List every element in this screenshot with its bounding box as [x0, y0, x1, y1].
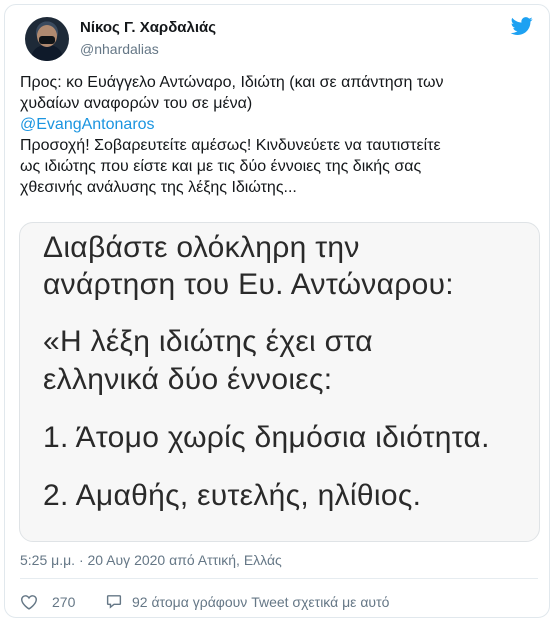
tweet-line: χθεσινής ανάλυσης της λέξης Ιδιώτης...: [20, 179, 297, 196]
avatar[interactable]: [25, 17, 69, 61]
tweet-line: χυδαίων αναφορών του σε μένα): [20, 95, 253, 112]
image-text-line: «Η λέξη ιδιώτης έχει στα: [43, 325, 373, 358]
author-handle[interactable]: @nhardalias: [80, 41, 159, 57]
tweet-text: Προς: κο Ευάγγελο Αντώναρο, Ιδιώτη (και …: [20, 72, 540, 198]
divider: [20, 578, 538, 579]
twitter-bird-icon[interactable]: [509, 15, 535, 37]
tweet-line: ως ιδιώτης που είστε και με τις δύο έννο…: [20, 158, 422, 175]
image-text-line: 1. Άτομο χωρίς δημόσια ιδιότητα.: [43, 421, 490, 454]
image-text-line: Διαβάστε ολόκληρη την: [43, 231, 360, 264]
mention-link[interactable]: @EvangAntonaros: [20, 114, 540, 135]
tweet-timestamp[interactable]: 5:25 μ.μ. · 20 Αυγ 2020 από Αττική, Ελλά…: [20, 552, 282, 568]
image-text-line: ανάρτηση του Ευ. Αντώναρου:: [43, 268, 454, 301]
attached-image[interactable]: Διαβάστε ολόκληρη την ανάρτηση του Ευ. Α…: [19, 222, 540, 542]
speech-bubble-icon[interactable]: [105, 593, 123, 610]
image-text-line: ελληνικά δύο έννοιες:: [43, 363, 333, 396]
tweet-line: Προς: κο Ευάγγελο Αντώναρο, Ιδιώτη (και …: [20, 74, 444, 91]
like-count[interactable]: 270: [52, 594, 75, 610]
talking-about-link[interactable]: 92 άτομα γράφουν Tweet σχετικά με αυτό: [132, 594, 389, 610]
author-name[interactable]: Νίκος Γ. Χαρδαλιάς: [80, 19, 216, 36]
heart-icon[interactable]: [20, 594, 38, 610]
image-text-line: 2. Αμαθής, ευτελής, ηλίθιος.: [43, 479, 422, 512]
tweet-line: Προσοχή! Σοβαρευτείτε αμέσως! Κινδυνεύετ…: [20, 137, 441, 154]
